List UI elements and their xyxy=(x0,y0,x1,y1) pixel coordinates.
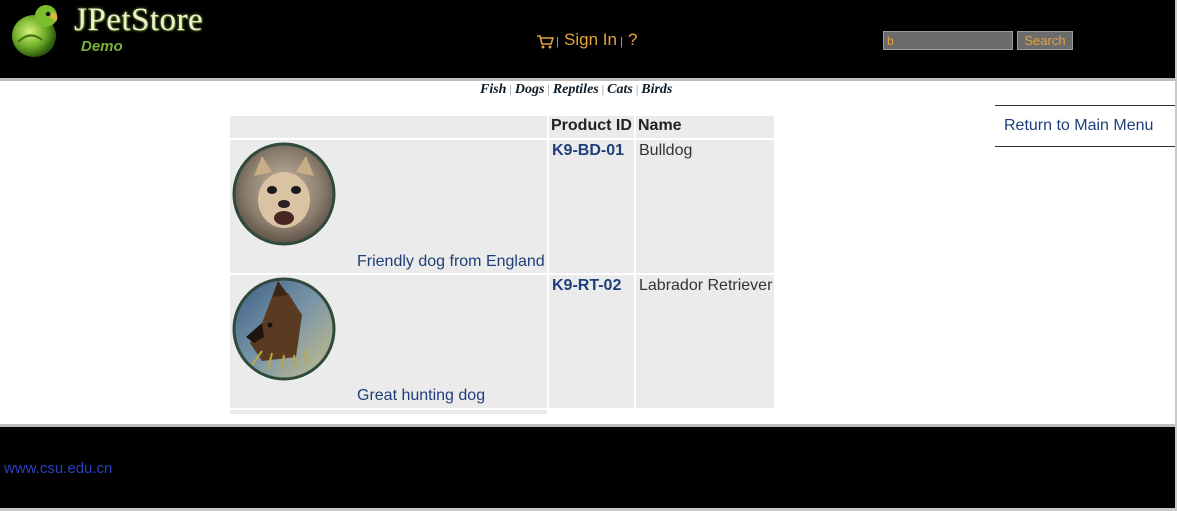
quicklink-cats[interactable]: Cats xyxy=(607,82,633,97)
table-header-name: Name xyxy=(636,116,774,138)
table-row: Great hunting dog xyxy=(230,275,547,408)
brand-subtitle: Demo xyxy=(81,38,123,55)
table-cell-name: Labrador Retriever xyxy=(636,275,774,408)
product-name: Labrador Retriever xyxy=(639,277,773,294)
product-id-header: Product ID xyxy=(551,117,632,134)
table-cell-product-id: K9-RT-02 xyxy=(549,275,634,408)
quicklink-divider: | xyxy=(601,82,605,96)
quicklink-divider: | xyxy=(509,82,512,96)
product-id-link[interactable]: K9-BD-01 xyxy=(552,142,624,160)
table-cell-name: Bulldog xyxy=(636,140,774,273)
product-name: Bulldog xyxy=(639,142,693,159)
table-row: Friendly dog from England xyxy=(230,140,547,273)
table-cell-product-id: K9-BD-01 xyxy=(549,140,634,273)
cart-icon[interactable] xyxy=(536,35,554,49)
header-divider xyxy=(0,78,1177,81)
menu-separator: | xyxy=(620,36,623,48)
quicklink-birds[interactable]: Birds xyxy=(641,82,672,97)
table-header-image xyxy=(230,116,547,138)
table-header-product-id: Product ID xyxy=(549,116,634,138)
product-id-link[interactable]: K9-RT-02 xyxy=(552,277,621,295)
chihuahua-photo[interactable] xyxy=(232,142,336,246)
header-bar: JPetStore Demo | Sign In | ? Search xyxy=(0,0,1177,78)
quicklink-divider: | xyxy=(635,82,639,96)
help-link[interactable]: ? xyxy=(628,30,637,50)
brand-title: JPetStore xyxy=(74,2,204,38)
quicklink-dogs[interactable]: Dogs xyxy=(515,82,545,97)
product-description[interactable]: Friendly dog from England xyxy=(357,253,545,271)
return-main-menu-link[interactable]: Return to Main Menu xyxy=(1004,117,1153,135)
name-header: Name xyxy=(638,117,682,134)
product-description[interactable]: Great hunting dog xyxy=(357,387,485,405)
puppy-photo[interactable] xyxy=(232,277,336,381)
logo[interactable]: JPetStore Demo xyxy=(8,2,228,58)
back-link-box: Return to Main Menu xyxy=(995,105,1175,147)
quicklink-reptiles[interactable]: Reptiles xyxy=(553,82,599,97)
sign-in-link[interactable]: Sign In xyxy=(564,30,617,50)
quicklink-fish[interactable]: Fish xyxy=(480,82,506,97)
footer-link[interactable]: www.csu.edu.cn xyxy=(4,460,112,477)
search-input[interactable] xyxy=(883,31,1013,50)
menu-separator: | xyxy=(556,36,559,48)
search-button[interactable]: Search xyxy=(1017,31,1073,50)
table-row-empty xyxy=(230,410,547,414)
quicklink-divider: | xyxy=(547,82,550,96)
category-quicklinks: Fish | Dogs | Reptiles | Cats | Birds xyxy=(480,82,672,98)
parrot-logo-icon xyxy=(12,5,58,57)
footer-bar: www.csu.edu.cn xyxy=(0,427,1177,508)
